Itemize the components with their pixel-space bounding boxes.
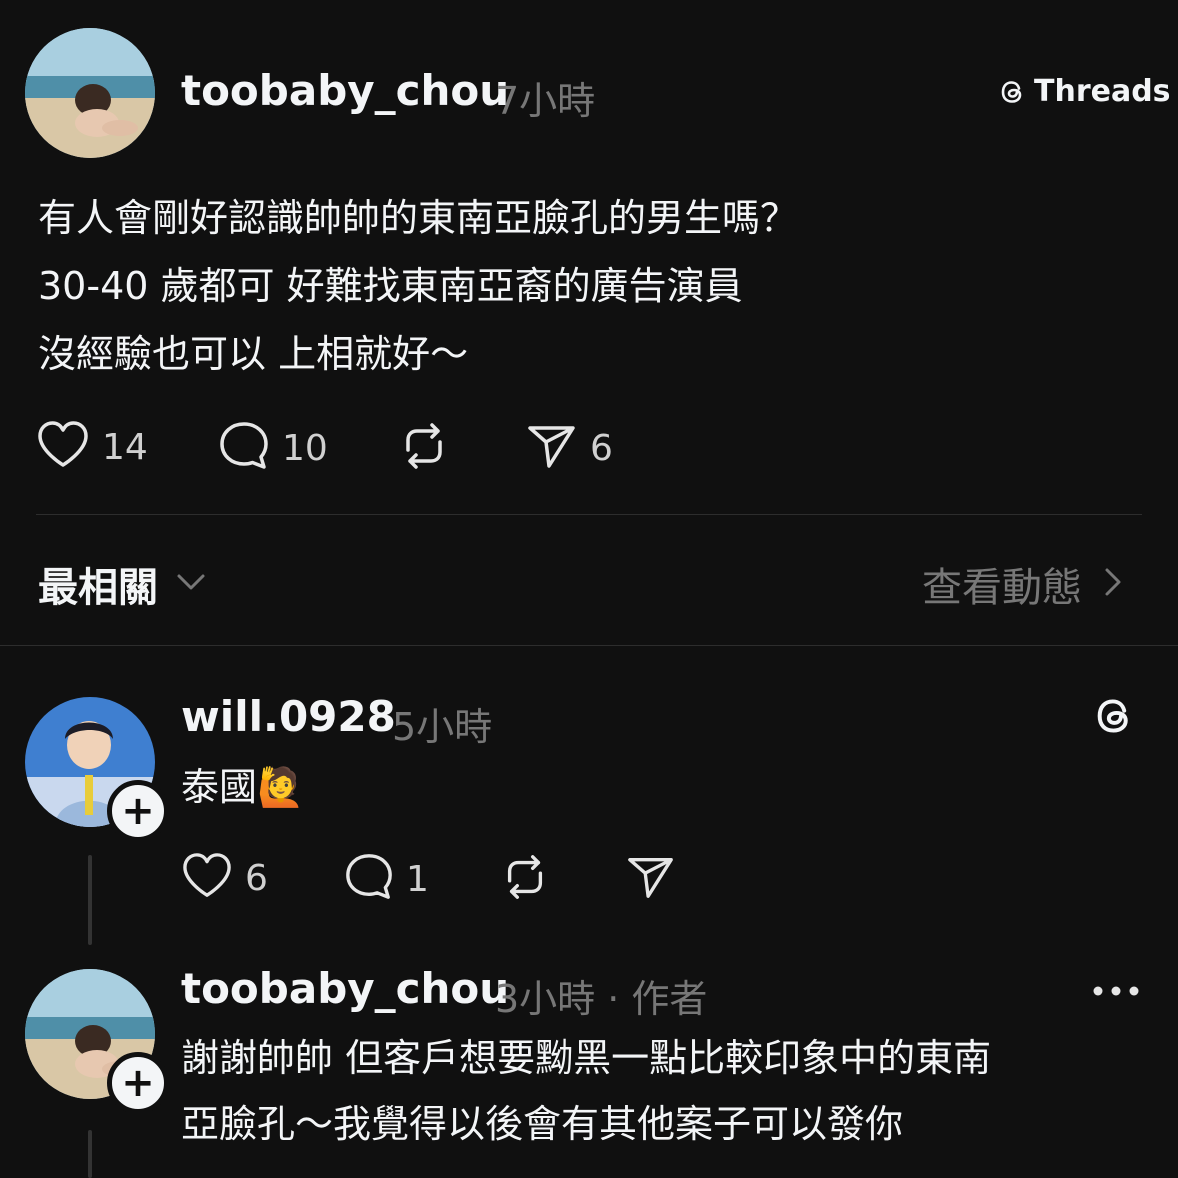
chevron-down-icon xyxy=(176,572,206,596)
reply-timestamp: 5小時 xyxy=(392,705,493,749)
post-text-line: 30-40 歲都可 好難找東南亞裔的廣告演員 xyxy=(38,264,743,308)
post-repost-button[interactable] xyxy=(398,420,450,476)
reply-text-line: 亞臉孔～我覺得以後會有其他案子可以發你 xyxy=(181,1102,904,1146)
threads-logo-icon xyxy=(998,77,1028,107)
reply-like-count: 6 xyxy=(245,857,268,899)
repost-icon xyxy=(398,420,450,476)
post-body: 有人會剛好認識帥帥的東南亞臉孔的男生嗎？ 30-40 歲都可 好難找東南亞裔的廣… xyxy=(38,184,798,388)
post-share-button[interactable]: 6 xyxy=(526,420,613,476)
post-like-button[interactable]: 14 xyxy=(36,420,148,474)
threads-brand[interactable]: Threads xyxy=(998,74,1171,109)
comment-icon xyxy=(218,420,270,476)
post-like-count: 14 xyxy=(102,426,148,468)
post-divider xyxy=(36,514,1142,515)
post-share-count: 6 xyxy=(590,427,613,469)
repost-icon xyxy=(500,852,550,906)
follow-plus-button[interactable]: + xyxy=(107,780,169,842)
comment-icon xyxy=(344,852,394,906)
reply-like-button[interactable]: 6 xyxy=(181,852,268,904)
heart-icon xyxy=(181,852,233,904)
reply-comment-button[interactable]: 1 xyxy=(344,852,429,906)
post-text-line: 有人會剛好認識帥帥的東南亞臉孔的男生嗎？ xyxy=(38,196,799,240)
threads-brand-label: Threads xyxy=(1034,74,1171,109)
reply-thread-line xyxy=(88,1130,92,1178)
sort-label: 最相關 xyxy=(38,565,158,611)
reply-timestamp: 3小時 · 作者 xyxy=(495,977,708,1021)
reply-body: 泰國🙋 xyxy=(181,765,305,809)
reply-body: 謝謝帥帥 但客戶想要黝黑一點比較印象中的東南 亞臉孔～我覺得以後會有其他案子可以… xyxy=(181,1025,991,1157)
more-options-icon[interactable] xyxy=(1092,982,1140,1001)
post-author-avatar[interactable] xyxy=(25,28,155,158)
reply-repost-button[interactable] xyxy=(500,852,550,906)
heart-icon xyxy=(36,420,90,474)
reply-text-line: 謝謝帥帥 但客戶想要黝黑一點比較印象中的東南 xyxy=(181,1036,992,1080)
reply-username[interactable]: toobaby_chou xyxy=(181,964,509,1013)
follow-plus-button[interactable]: + xyxy=(107,1052,169,1114)
view-activity-link[interactable]: 查看動態 xyxy=(922,555,1122,613)
sort-dropdown[interactable]: 最相關 xyxy=(38,555,206,613)
post-text-line: 沒經驗也可以 上相就好～ xyxy=(38,332,469,376)
chevron-right-icon xyxy=(1104,567,1122,601)
threads-logo-icon[interactable] xyxy=(1092,693,1138,743)
section-divider xyxy=(0,645,1178,646)
send-icon xyxy=(626,852,676,906)
post-username[interactable]: toobaby_chou xyxy=(181,66,509,115)
reply-comment-count: 1 xyxy=(406,858,429,900)
reply-share-button[interactable] xyxy=(626,852,676,906)
reply-thread-line xyxy=(88,855,92,945)
post-comment-count: 10 xyxy=(282,427,328,469)
reply-username[interactable]: will.0928 xyxy=(181,692,396,741)
post-comment-button[interactable]: 10 xyxy=(218,420,328,476)
send-icon xyxy=(526,420,578,476)
view-activity-label: 查看動態 xyxy=(922,565,1082,611)
post-timestamp: 7小時 xyxy=(495,79,596,123)
